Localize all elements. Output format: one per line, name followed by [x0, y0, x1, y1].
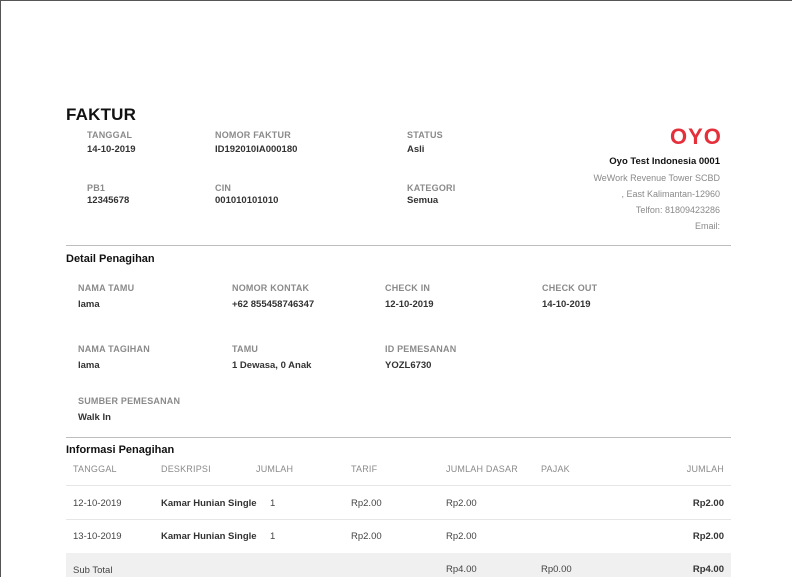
- row2-deskripsi: Kamar Hunian Single: [161, 531, 257, 542]
- subtotal-label: Sub Total: [73, 565, 113, 576]
- check-out-value: 14-10-2019: [542, 299, 591, 310]
- row-divider: [66, 519, 731, 520]
- company-address-line1: WeWork Revenue Tower SCBD: [593, 173, 720, 183]
- check-in-value: 12-10-2019: [385, 299, 434, 310]
- row1-total: Rp2.00: [692, 498, 724, 509]
- row2-jumlah-dasar: Rp2.00: [446, 531, 477, 542]
- invoice-title: FAKTUR: [66, 105, 137, 124]
- nama-tagihan-value: lama: [78, 360, 100, 371]
- column-header-tanggal: TANGGAL: [73, 464, 117, 474]
- pb1-value: 12345678: [87, 195, 130, 206]
- column-header-jumlah: JUMLAH: [256, 464, 294, 474]
- divider: [66, 437, 731, 438]
- nomor-faktur-value: ID192010IA000180: [215, 144, 298, 155]
- status-label: STATUS: [407, 130, 443, 140]
- nama-tagihan-label: NAMA TAGIHAN: [78, 344, 150, 354]
- row2-tanggal: 13-10-2019: [73, 531, 122, 542]
- page-border-top: [0, 0, 792, 1]
- check-out-label: CHECK OUT: [542, 283, 598, 293]
- row2-jumlah: 1: [270, 531, 276, 542]
- column-header-tarif: TARIF: [351, 464, 378, 474]
- tamu-value: 1 Dewasa, 0 Anak: [232, 360, 312, 371]
- check-in-label: CHECK IN: [385, 283, 431, 293]
- subtotal-jumlah-dasar: Rp4.00: [446, 564, 477, 575]
- row1-tarif: Rp2.00: [351, 498, 382, 509]
- column-header-pajak: PAJAK: [541, 464, 570, 474]
- column-header-total: JUMLAH: [686, 464, 724, 474]
- kategori-label: KATEGORI: [407, 183, 456, 193]
- company-address-line2: , East Kalimantan-12960: [621, 189, 720, 199]
- column-header-deskripsi: DESKRIPSI: [161, 464, 211, 474]
- kategori-value: Semua: [407, 195, 439, 206]
- subtotal-row: [66, 553, 731, 577]
- tanggal-value: 14-10-2019: [87, 144, 136, 155]
- tanggal-label: TANGGAL: [87, 130, 133, 140]
- nomor-faktur-label: NOMOR FAKTUR: [215, 130, 291, 140]
- pb1-label: PB1: [87, 183, 106, 193]
- subtotal-total: Rp4.00: [692, 564, 724, 575]
- row1-tanggal: 12-10-2019: [73, 498, 122, 509]
- oyo-logo: OYO: [670, 124, 722, 149]
- company-email: Email:: [694, 221, 720, 231]
- company-name: Oyo Test Indonesia 0001: [609, 156, 720, 167]
- page-border-left: [0, 0, 1, 577]
- divider: [66, 245, 731, 246]
- row2-total: Rp2.00: [692, 531, 724, 542]
- nomor-kontak-value: +62 855458746347: [232, 299, 315, 310]
- billing-detail-heading: Detail Penagihan: [66, 253, 155, 265]
- row2-tarif: Rp2.00: [351, 531, 382, 542]
- id-pemesanan-value: YOZL6730: [385, 360, 432, 371]
- cin-label: CIN: [215, 183, 232, 193]
- company-phone: Telfon: 81809423286: [635, 205, 720, 215]
- row1-deskripsi: Kamar Hunian Single: [161, 498, 257, 509]
- subtotal-pajak: Rp0.00: [541, 564, 572, 575]
- row1-jumlah: 1: [270, 498, 276, 509]
- sumber-pemesanan-value: Walk In: [78, 412, 111, 423]
- row1-jumlah-dasar: Rp2.00: [446, 498, 477, 509]
- nama-tamu-label: NAMA TAMU: [78, 283, 135, 293]
- nomor-kontak-label: NOMOR KONTAK: [232, 283, 310, 293]
- id-pemesanan-label: ID PEMESANAN: [385, 344, 457, 354]
- sumber-pemesanan-label: SUMBER PEMESANAN: [78, 396, 181, 406]
- nama-tamu-value: lama: [78, 299, 100, 310]
- cin-value: 001010101010: [215, 195, 279, 206]
- billing-info-heading: Informasi Penagihan: [66, 444, 175, 456]
- tamu-label: TAMU: [232, 344, 259, 354]
- column-header-jumlah-dasar: JUMLAH DASAR: [446, 464, 518, 474]
- row-divider: [66, 485, 731, 486]
- status-value: Asli: [407, 144, 425, 155]
